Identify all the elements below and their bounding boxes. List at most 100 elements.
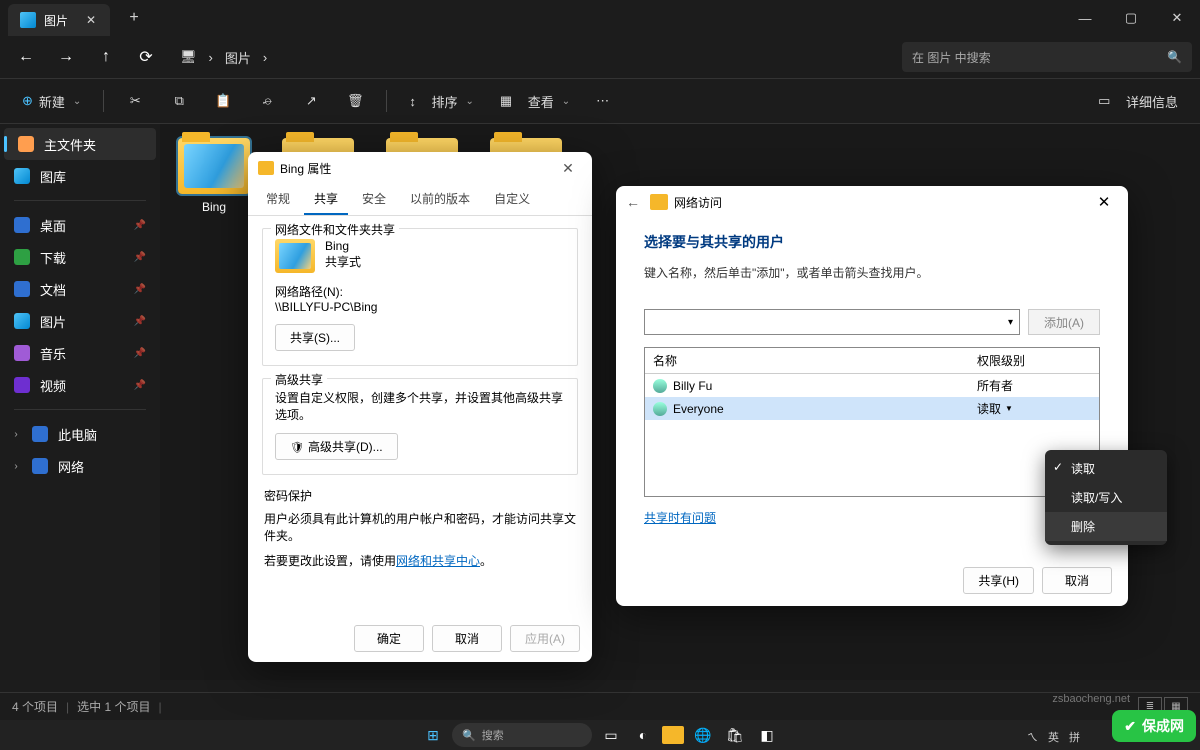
sidebar-item-desktop[interactable]: 桌面📌: [0, 209, 160, 241]
sidebar-item-gallery[interactable]: 图库: [0, 160, 160, 192]
view-icon: ▦: [500, 93, 512, 109]
share-button[interactable]: 共享(S)...: [275, 324, 355, 351]
pc-icon: [32, 426, 48, 442]
taskbar: ⊞ 🔍搜索 ▭ ◐ 🌐 🛍 ◧: [0, 720, 1200, 750]
properties-dialog: Bing 属性 ✕ 常规 共享 安全 以前的版本 自定义 网络文件和文件夹共享 …: [248, 152, 592, 662]
back-button[interactable]: ←: [8, 39, 44, 75]
view-button[interactable]: ▦ 查看⌄: [490, 85, 580, 117]
menu-item-remove[interactable]: 删除: [1045, 512, 1167, 541]
dialog-header[interactable]: ← 网络访问 ✕: [616, 186, 1128, 218]
cancel-button[interactable]: 取消: [1042, 567, 1112, 594]
back-icon[interactable]: ←: [626, 194, 650, 210]
close-window-button[interactable]: ✕: [1154, 0, 1200, 36]
desktop-icon: [14, 217, 30, 233]
forward-button[interactable]: →: [48, 39, 84, 75]
more-button[interactable]: ⋯: [586, 85, 619, 117]
new-button[interactable]: ⊕新建⌄: [12, 85, 91, 117]
language-indicator[interactable]: ㄟ英拼: [1027, 729, 1080, 745]
add-button[interactable]: 添加(A): [1028, 309, 1100, 335]
paste-icon: 📋: [214, 92, 232, 110]
menu-item-read[interactable]: 读取: [1045, 454, 1167, 483]
close-icon[interactable]: ✕: [1090, 188, 1118, 216]
apply-button[interactable]: 应用(A): [510, 625, 580, 652]
sidebar-item-home[interactable]: 主文件夹: [4, 128, 156, 160]
help-link[interactable]: 共享时有问题: [644, 511, 716, 525]
taskbar-search[interactable]: 🔍搜索: [452, 723, 592, 747]
start-button[interactable]: ⊞: [420, 722, 446, 748]
network-center-link[interactable]: 网络和共享中心: [396, 554, 480, 568]
menu-item-readwrite[interactable]: 读取/写入: [1045, 483, 1167, 512]
cut-button[interactable]: ✂: [116, 85, 154, 117]
tab-previous[interactable]: 以前的版本: [400, 184, 480, 215]
table-row[interactable]: Everyone 读取: [645, 397, 1099, 420]
permission-dropdown[interactable]: 读取: [969, 397, 1099, 420]
tab-share[interactable]: 共享: [304, 184, 348, 215]
downloads-icon: [14, 249, 30, 265]
sidebar-item-thispc[interactable]: ›此电脑: [0, 418, 160, 450]
cancel-button[interactable]: 取消: [432, 625, 502, 652]
share-confirm-button[interactable]: 共享(H): [963, 567, 1034, 594]
pictures-icon: [20, 12, 36, 28]
maximize-button[interactable]: ▢: [1108, 0, 1154, 36]
status-item-count: 4 个项目: [12, 698, 58, 715]
delete-button[interactable]: 🗑: [336, 85, 374, 117]
pin-icon: 📌: [134, 220, 146, 231]
dialog-title: 网络访问: [674, 194, 722, 211]
sidebar-item-videos[interactable]: 视频📌: [0, 369, 160, 401]
close-tab-icon[interactable]: ✕: [84, 13, 98, 27]
close-icon[interactable]: ✕: [554, 154, 582, 182]
col-perm[interactable]: 权限级别: [969, 348, 1099, 373]
network-share-section: 网络文件和文件夹共享 Bing 共享式 网络路径(N): \\BILLYFU-P…: [262, 228, 578, 366]
refresh-button[interactable]: ⟳: [128, 39, 164, 75]
rename-button[interactable]: ⌮: [248, 85, 286, 117]
trash-icon: 🗑: [346, 92, 364, 110]
folder-label: Bing: [174, 200, 254, 214]
details-pane-button[interactable]: ▭ 详细信息: [1088, 85, 1188, 117]
dialog-titlebar[interactable]: Bing 属性 ✕: [248, 152, 592, 184]
sidebar-item-pictures[interactable]: 图片📌: [0, 305, 160, 337]
tab-custom[interactable]: 自定义: [484, 184, 540, 215]
sidebar-item-downloads[interactable]: 下载📌: [0, 241, 160, 273]
table-row[interactable]: Billy Fu 所有者: [645, 374, 1099, 397]
user-combobox[interactable]: ▾: [644, 309, 1020, 335]
search-placeholder: 在 图片 中搜索: [912, 49, 991, 66]
sidebar-item-network[interactable]: ›网络: [0, 450, 160, 482]
toolbar: ⊕新建⌄ ✂ ⧉ 📋 ⌮ ↗ 🗑 ↕ 排序⌄ ▦ 查看⌄ ⋯ ▭ 详细信息: [0, 78, 1200, 124]
sort-button[interactable]: ↕ 排序⌄: [399, 85, 484, 117]
search-input[interactable]: 在 图片 中搜索 🔍: [902, 42, 1192, 72]
folder-thumbnail: [275, 239, 315, 273]
sidebar-item-documents[interactable]: 文档📌: [0, 273, 160, 305]
tab-security[interactable]: 安全: [352, 184, 396, 215]
breadcrumb[interactable]: 🖥› 图片›: [180, 48, 267, 67]
edge-taskbar-icon[interactable]: 🌐: [690, 722, 716, 748]
app-taskbar-icon[interactable]: ◧: [754, 722, 780, 748]
copy-button[interactable]: ⧉: [160, 85, 198, 117]
task-view-button[interactable]: ▭: [598, 722, 624, 748]
dialog-subtext: 键入名称，然后单击"添加"，或者单击箭头查找用户。: [644, 264, 1100, 281]
folder-icon: [258, 161, 274, 175]
explorer-taskbar-icon[interactable]: [662, 726, 684, 744]
up-button[interactable]: ↑: [88, 39, 124, 75]
active-tab[interactable]: 图片 ✕: [8, 4, 110, 36]
status-selected-count: 选中 1 个项目: [77, 698, 150, 715]
person-icon: [653, 379, 667, 393]
new-tab-button[interactable]: +: [118, 9, 150, 27]
paste-button[interactable]: 📋: [204, 85, 242, 117]
col-name[interactable]: 名称: [645, 348, 969, 373]
share-button[interactable]: ↗: [292, 85, 330, 117]
tab-general[interactable]: 常规: [256, 184, 300, 215]
advanced-share-section: 高级共享 设置自定义权限，创建多个共享，并设置其他高级共享选项。 高级共享(D)…: [262, 378, 578, 475]
breadcrumb-item[interactable]: 图片: [225, 48, 251, 67]
ok-button[interactable]: 确定: [354, 625, 424, 652]
folder-item[interactable]: Bing: [174, 138, 254, 214]
sidebar-item-music[interactable]: 音乐📌: [0, 337, 160, 369]
details-icon: ▭: [1098, 93, 1110, 109]
adv-desc: 设置自定义权限，创建多个共享，并设置其他高级共享选项。: [275, 389, 565, 423]
watermark: zsbaocheng.net: [1052, 693, 1130, 705]
copy-icon: ⧉: [170, 92, 188, 110]
advanced-share-button[interactable]: 高级共享(D)...: [275, 433, 398, 460]
store-taskbar-icon[interactable]: 🛍: [722, 722, 748, 748]
tab-label: 图片: [44, 12, 68, 29]
minimize-button[interactable]: —: [1062, 0, 1108, 36]
widgets-button[interactable]: ◐: [630, 722, 656, 748]
